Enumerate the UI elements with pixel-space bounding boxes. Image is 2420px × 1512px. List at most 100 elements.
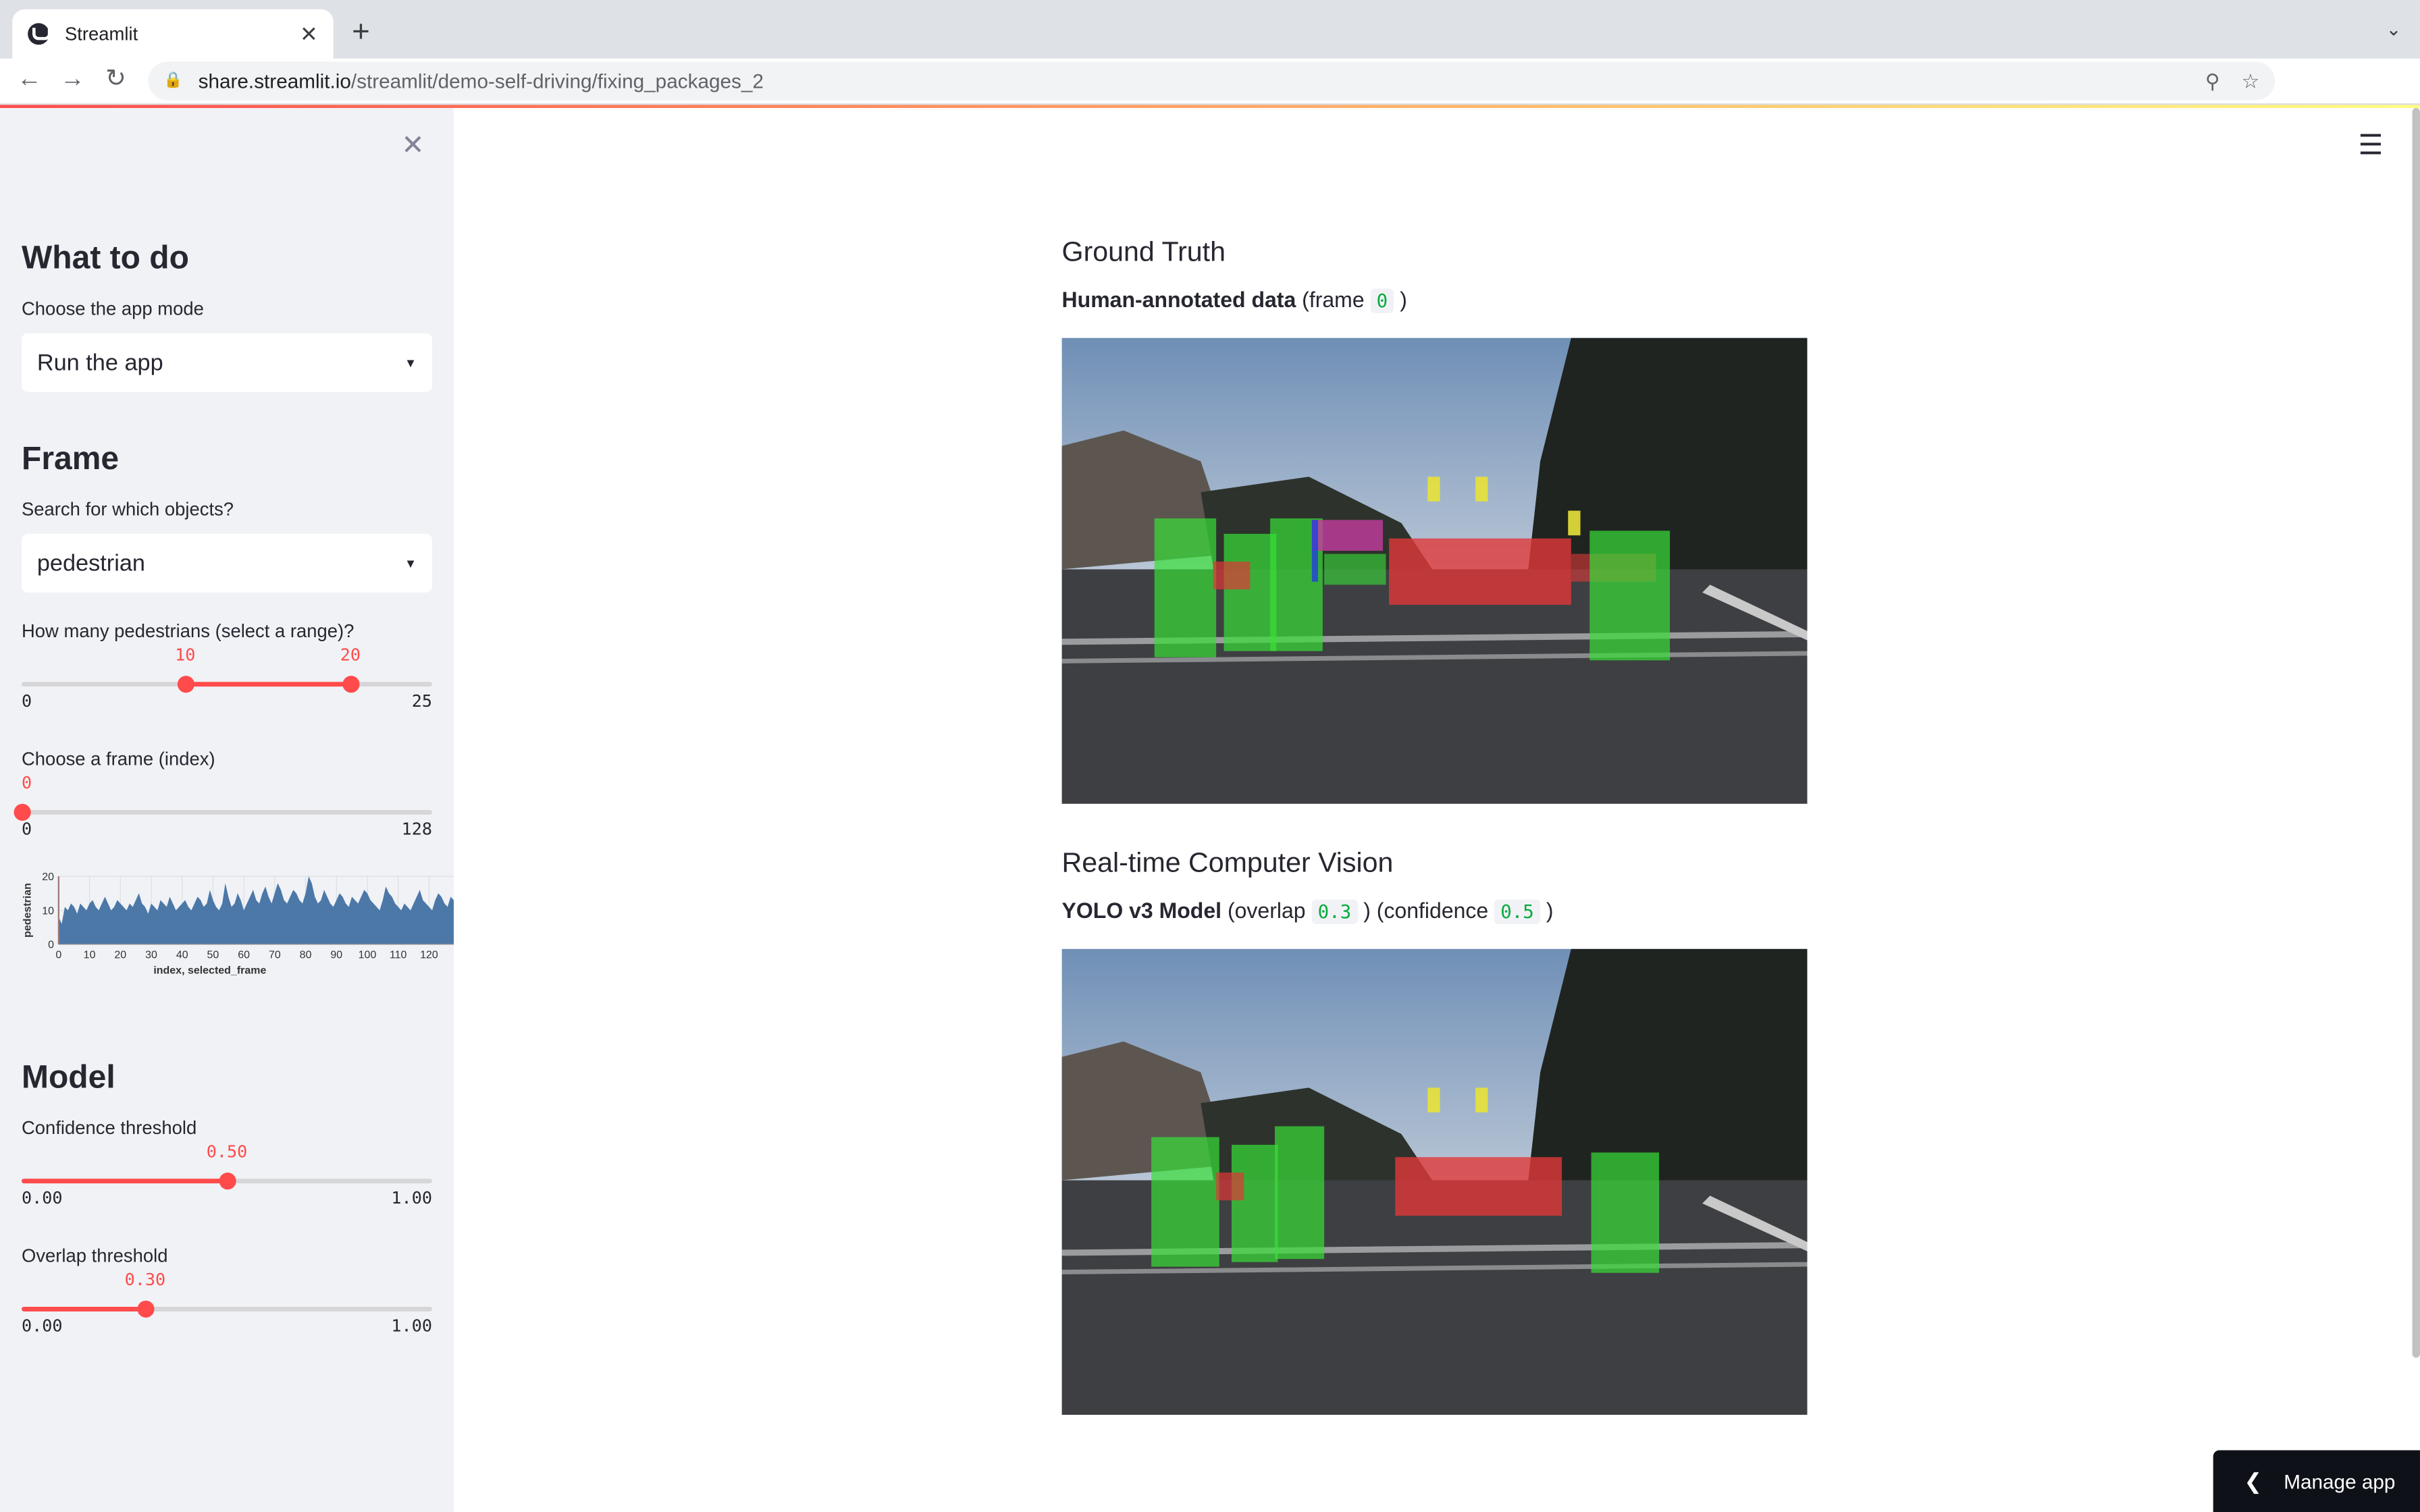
ground-truth-caption: Human-annotated data (frame 0 ) [1061, 287, 1407, 313]
chart-y-tick-label: 0 [48, 940, 54, 951]
main-menu-icon[interactable]: ☰ [2359, 130, 2384, 162]
sidebar: ✕ What to do Choose the app mode Run the… [0, 107, 454, 1512]
browser-tab[interactable]: Streamlit ✕ [12, 9, 334, 59]
slider-fill [21, 1306, 145, 1312]
chart-y-axis-label: pedestrian [22, 883, 34, 938]
chevron-left-icon: ❮ [2244, 1467, 2263, 1493]
chart-x-tick-label: 60 [238, 949, 250, 961]
ground-truth-title: Ground Truth [1061, 236, 1226, 267]
app-mode-label: Choose the app mode [21, 298, 204, 320]
chart-y-tick-label: 10 [42, 905, 54, 917]
section-title-what-to-do: What to do [21, 240, 189, 277]
manage-app-button[interactable]: ❮ Manage app [2213, 1450, 2420, 1512]
frame-handle[interactable] [14, 803, 31, 821]
overlap-value: 0.30 [124, 1270, 166, 1290]
tab-title: Streamlit [64, 23, 138, 45]
forward-arrow-icon[interactable]: → [59, 66, 86, 94]
frame-max: 128 [401, 819, 432, 840]
frame-index-slider[interactable]: 0 0 128 [14, 773, 432, 853]
url-path: /streamlit/demo-self-driving/fixing_pack… [350, 69, 764, 93]
slider-fill [185, 682, 350, 687]
chevron-down-icon: ▼ [404, 355, 417, 370]
chart-x-axis-label: index, selected_frame [153, 965, 266, 976]
caption-bold: Human-annotated data [1061, 287, 1296, 312]
reload-icon[interactable]: ↻ [102, 66, 130, 94]
slider-fill [21, 1179, 227, 1184]
objects-select[interactable]: pedestrian ▼ [21, 533, 432, 593]
confidence-label: Confidence threshold [21, 1116, 197, 1139]
pedestrian-count-chart[interactable]: 0 10 20 30 40 50 60 70 80 90 100 110 120 0 10 20 index, … [12, 870, 454, 988]
yolo-detection-image [1061, 948, 1808, 1415]
chart-x-tick-label: 10 [84, 949, 96, 961]
chart-x-tick-label: 100 [359, 949, 377, 961]
range-low-handle[interactable] [177, 676, 194, 693]
range-high-handle[interactable] [342, 676, 360, 693]
confidence-value: 0.50 [206, 1141, 248, 1162]
back-arrow-icon[interactable]: ← [16, 66, 43, 94]
tab-close-icon[interactable]: ✕ [300, 21, 318, 47]
overlap-handle[interactable] [137, 1300, 155, 1318]
frame-min: 0 [21, 819, 32, 840]
bookmark-star-icon[interactable]: ☆ [2242, 69, 2260, 94]
caption-text: (frame [1302, 287, 1365, 312]
slider-track [21, 809, 432, 815]
confidence-slider[interactable]: 0.50 0.00 1.00 [21, 1141, 432, 1222]
overlap-max: 1.00 [391, 1316, 432, 1336]
traffic-light-box [1475, 1087, 1488, 1112]
chevron-down-icon: ▼ [404, 556, 417, 570]
overlap-slider[interactable]: 0.30 0.00 1.00 [21, 1270, 432, 1350]
overlap-min: 0.00 [21, 1316, 63, 1336]
confidence-min: 0.00 [21, 1187, 63, 1208]
range-min: 0 [21, 691, 32, 711]
caption-text: ) [1546, 898, 1554, 923]
chart-x-tick-label: 120 [420, 949, 438, 961]
main-scrollbar[interactable] [2412, 107, 2420, 1358]
objects-value: pedestrian [36, 549, 145, 576]
pedestrian-box [1324, 554, 1386, 585]
new-tab-icon[interactable]: + [352, 16, 370, 49]
app-mode-value: Run the app [36, 349, 163, 376]
confidence-code: 0.5 [1494, 899, 1540, 925]
frame-index-label: Choose a frame (index) [21, 748, 215, 770]
pedestrian-box [1274, 1126, 1325, 1260]
objects-label: Search for which objects? [21, 498, 234, 520]
chart-x-tick-label: 40 [176, 949, 188, 961]
tab-search-chevron-icon[interactable]: ⌄ [2386, 18, 2402, 40]
pedestrian-box [1154, 518, 1217, 657]
confidence-max: 1.00 [391, 1187, 432, 1208]
address-bar[interactable]: 🔒 share.streamlit.io/streamlit/demo-self… [148, 61, 2276, 101]
range-high-value: 20 [340, 645, 361, 666]
pedestrian-box [1589, 531, 1671, 661]
chart-x-tick-label: 50 [207, 949, 219, 961]
chart-x-tick-label: 30 [145, 949, 157, 961]
range-max: 25 [411, 691, 432, 711]
pedestrian-box [1231, 1144, 1278, 1262]
caption-text: (overlap [1227, 898, 1306, 923]
pedestrian-range-label: How many pedestrians (select a range)? [21, 620, 354, 642]
browser-nav-bar: ← → ↻ 🔒 share.streamlit.io/streamlit/dem… [0, 58, 2420, 105]
chart-x-tick-label: 80 [300, 949, 312, 961]
app-mode-select[interactable]: Run the app ▼ [21, 333, 432, 392]
browser-tab-bar: Streamlit ✕ + ⌄ [0, 0, 2420, 59]
caption-text: ) (confidence [1363, 898, 1489, 923]
chart-x-tick-label: 20 [114, 949, 126, 961]
range-low-value: 10 [175, 645, 196, 666]
overlap-code: 0.3 [1311, 899, 1358, 925]
confidence-handle[interactable] [219, 1172, 236, 1190]
pedestrian-box [1151, 1137, 1219, 1267]
zoom-icon[interactable]: ⚲ [2205, 69, 2220, 94]
truck-box [1311, 520, 1318, 582]
caption-bold: YOLO v3 Model [1061, 898, 1222, 923]
url-host: share.streamlit.io [198, 69, 351, 93]
traffic-light-box [1475, 477, 1488, 502]
sidebar-close-icon[interactable]: ✕ [401, 130, 424, 162]
pedestrian-range-slider[interactable]: 10 20 0 25 [21, 645, 432, 725]
traffic-light-box [1427, 477, 1440, 502]
pedestrian-box [1591, 1152, 1660, 1273]
section-title-model: Model [21, 1060, 115, 1096]
chart-area-series [58, 876, 454, 944]
car-box [1395, 1157, 1562, 1216]
chart-y-tick-label: 20 [42, 871, 54, 883]
chart-x-tick-label: 110 [390, 949, 407, 961]
overlap-label: Overlap threshold [21, 1245, 168, 1267]
